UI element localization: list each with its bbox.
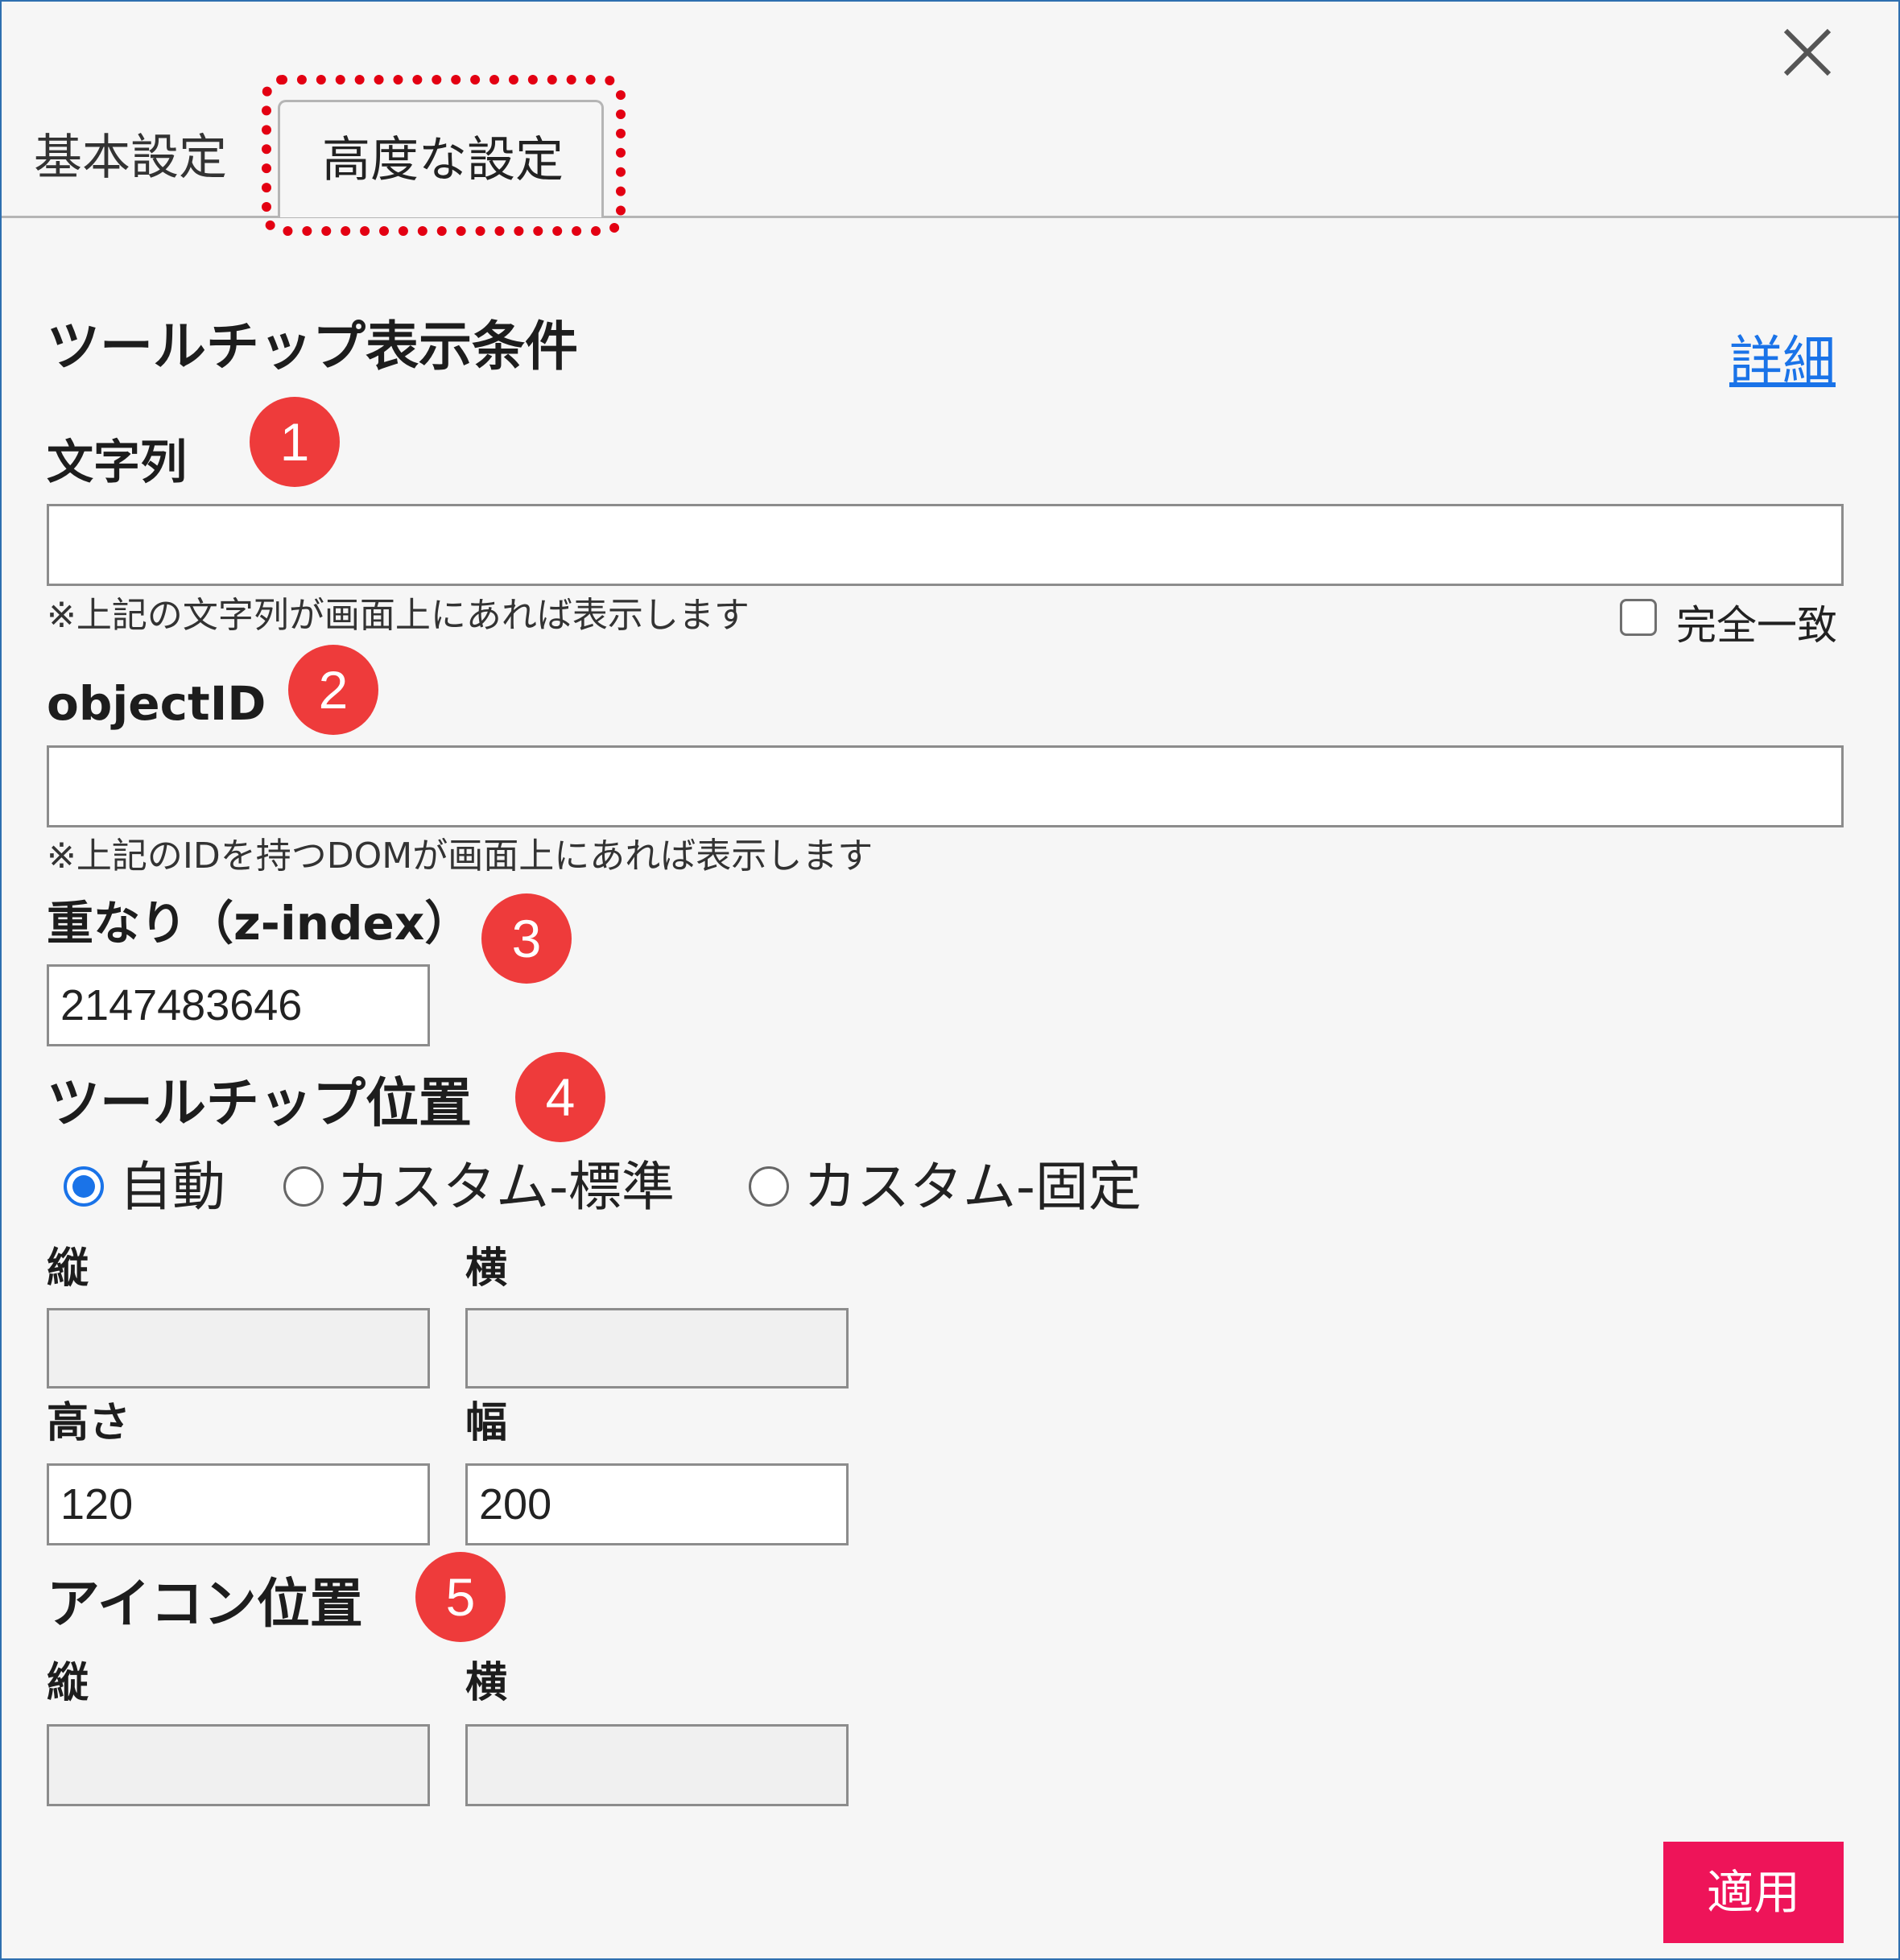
icon-vertical-input[interactable] bbox=[47, 1724, 430, 1806]
badge-4: 4 bbox=[515, 1052, 605, 1142]
tooltip-vertical-input[interactable] bbox=[47, 1308, 430, 1389]
tab-basic-settings[interactable]: 基本設定 bbox=[34, 134, 227, 182]
badge-5: 5 bbox=[415, 1552, 506, 1642]
apply-button[interactable]: 適用 bbox=[1663, 1842, 1844, 1943]
text-condition-note: ※上記の文字列が画面上にあれば表示します bbox=[47, 595, 750, 636]
radio-auto[interactable] bbox=[64, 1166, 104, 1207]
width-label: 幅 bbox=[465, 1399, 508, 1447]
radio-custom-standard[interactable] bbox=[283, 1166, 324, 1207]
object-id-note: ※上記のIDを持つDOMが画面上にあれば表示します bbox=[47, 836, 874, 877]
object-id-label: objectID bbox=[47, 676, 266, 731]
text-condition-label: 文字列 bbox=[47, 435, 188, 489]
text-condition-input[interactable] bbox=[47, 504, 1844, 586]
radio-custom-fixed-label: カスタム-固定 bbox=[803, 1156, 1142, 1218]
detail-link[interactable]: 詳細 bbox=[1729, 318, 1836, 395]
tooltip-horizontal-label: 横 bbox=[465, 1244, 508, 1293]
tab-advanced-settings[interactable]: 高度な設定 bbox=[278, 100, 604, 217]
width-input[interactable] bbox=[465, 1463, 849, 1545]
radio-custom-fixed[interactable] bbox=[749, 1166, 789, 1207]
tooltip-horizontal-input[interactable] bbox=[465, 1308, 849, 1389]
z-index-label: 重なり（z-index） bbox=[47, 896, 472, 951]
object-id-input[interactable] bbox=[47, 745, 1844, 827]
badge-3: 3 bbox=[481, 893, 572, 984]
tooltip-position-label: ツールチップ位置 bbox=[47, 1072, 472, 1134]
tab-advanced-label: 高度な設定 bbox=[322, 132, 564, 188]
close-icon[interactable] bbox=[1779, 24, 1836, 80]
tooltip-vertical-label: 縦 bbox=[47, 1244, 89, 1293]
badge-2: 2 bbox=[288, 645, 378, 735]
icon-position-label: アイコン位置 bbox=[47, 1573, 363, 1635]
radio-auto-label: 自動 bbox=[119, 1156, 225, 1218]
exact-match-checkbox[interactable] bbox=[1620, 599, 1657, 636]
icon-horizontal-input[interactable] bbox=[465, 1724, 849, 1806]
icon-horizontal-label: 横 bbox=[465, 1659, 508, 1707]
exact-match-label: 完全一致 bbox=[1676, 602, 1837, 649]
badge-1: 1 bbox=[250, 397, 340, 487]
icon-vertical-label: 縦 bbox=[47, 1659, 89, 1707]
radio-custom-standard-label: カスタム-標準 bbox=[337, 1156, 675, 1218]
height-label: 高さ bbox=[47, 1399, 131, 1447]
section-title: ツールチップ表示条件 bbox=[47, 316, 578, 378]
height-input[interactable] bbox=[47, 1463, 430, 1545]
z-index-input[interactable] bbox=[47, 964, 430, 1046]
